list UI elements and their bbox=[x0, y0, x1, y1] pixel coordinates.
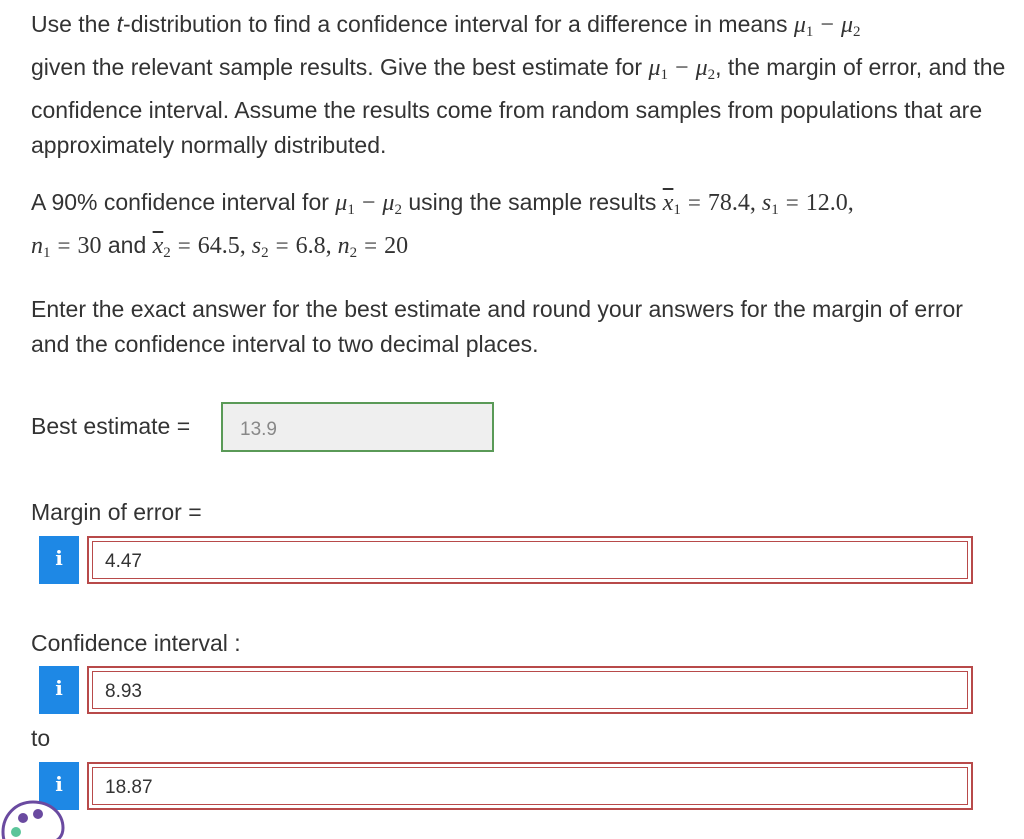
mu-difference-expr-2: μ1− μ2 bbox=[648, 55, 716, 83]
margin-of-error-row: i 4.47 bbox=[39, 536, 973, 584]
instructions: Enter the exact answer for the best esti… bbox=[31, 296, 963, 357]
sample-results: A 90% confidence interval for μ1− μ2 usin… bbox=[31, 189, 854, 261]
question-intro: Use the t-distribution to find a confide… bbox=[31, 11, 1006, 158]
margin-of-error-label: Margin of error = bbox=[31, 499, 202, 525]
ci-upper-row: i 18.87 bbox=[39, 762, 973, 810]
margin-of-error-input[interactable]: 4.47 bbox=[87, 536, 973, 584]
palette-icon[interactable] bbox=[0, 796, 68, 839]
best-estimate-field[interactable]: 13.9 bbox=[221, 402, 494, 452]
info-icon[interactable]: i bbox=[39, 666, 79, 714]
ci-lower-input[interactable]: 8.93 bbox=[87, 666, 973, 714]
to-label: to bbox=[31, 725, 51, 751]
ci-lower-row: i 8.93 bbox=[39, 666, 973, 714]
info-icon[interactable]: i bbox=[39, 536, 79, 584]
best-estimate-label: Best estimate = bbox=[31, 413, 191, 439]
mu-difference-expr: μ1− μ2 bbox=[793, 12, 861, 40]
ci-upper-input[interactable]: 18.87 bbox=[87, 762, 973, 810]
confidence-interval-label: Confidence interval : bbox=[31, 630, 241, 656]
